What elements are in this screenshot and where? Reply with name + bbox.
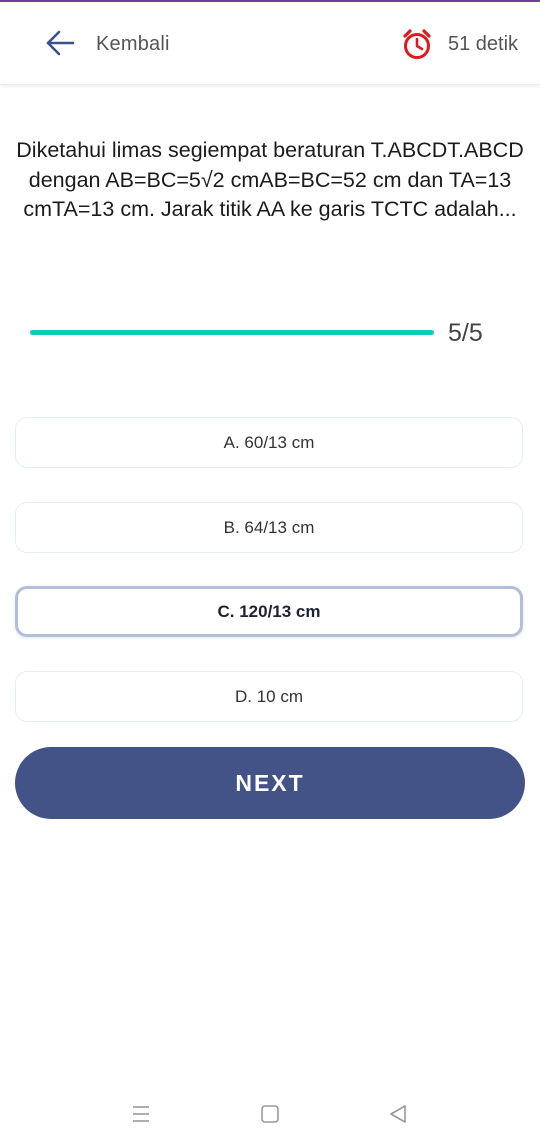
progress-bar bbox=[30, 330, 434, 335]
next-button-label: NEXT bbox=[235, 769, 305, 796]
system-navigation-bar bbox=[0, 1085, 540, 1148]
answer-option-label: B. 64/13 cm bbox=[223, 517, 315, 537]
top-bar: Kembali 51 detik bbox=[0, 2, 540, 85]
menu-icon[interactable] bbox=[129, 1102, 153, 1126]
home-square-icon[interactable] bbox=[258, 1102, 282, 1126]
answer-option-label: D. 10 cm bbox=[234, 686, 304, 706]
question-text: Diketahui limas segiempat beraturan T.AB… bbox=[16, 138, 524, 221]
progress-label: 5/5 bbox=[448, 319, 483, 347]
next-button[interactable]: NEXT bbox=[15, 747, 525, 819]
back-triangle-icon[interactable] bbox=[386, 1102, 410, 1126]
alarm-clock-icon bbox=[403, 29, 431, 59]
answer-option-c[interactable]: C. 120/13 cm bbox=[15, 586, 523, 637]
answer-option-label: A. 60/13 cm bbox=[223, 432, 315, 452]
progress-bar-fill bbox=[30, 330, 434, 335]
timer-text: 51 detik bbox=[448, 33, 519, 55]
answer-option-label: C. 120/13 cm bbox=[217, 601, 321, 621]
answer-option-d[interactable]: D. 10 cm bbox=[15, 671, 523, 722]
answer-option-a[interactable]: A. 60/13 cm bbox=[15, 417, 523, 468]
answer-option-b[interactable]: B. 64/13 cm bbox=[15, 502, 523, 553]
back-label[interactable]: Kembali bbox=[96, 33, 170, 56]
arrow-left-icon[interactable] bbox=[44, 29, 76, 57]
